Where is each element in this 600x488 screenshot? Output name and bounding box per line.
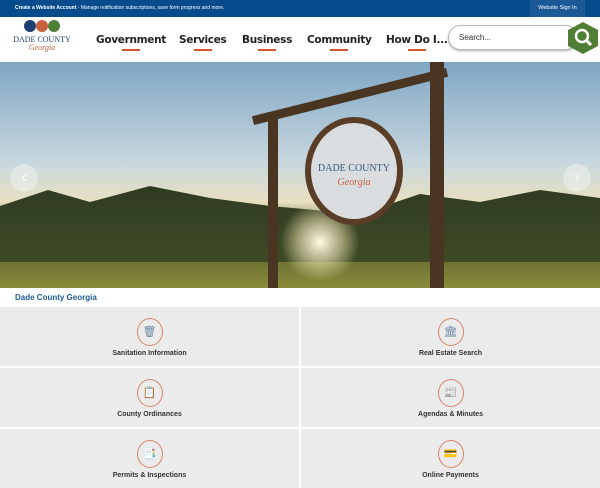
sign-post — [268, 112, 278, 288]
breadcrumb[interactable]: Dade County Georgia — [15, 293, 97, 302]
document-icon: 📰 — [437, 379, 464, 407]
tile-payments[interactable]: 💳 Online Payments — [301, 429, 600, 488]
leaf-icon — [48, 20, 60, 32]
tile-label: Sanitation Information — [112, 350, 187, 357]
create-account-link[interactable]: Create a Website Account — [15, 5, 76, 11]
nav-community[interactable]: Community — [307, 34, 372, 51]
search-input[interactable]: Search... — [448, 25, 578, 50]
building-icon: 🏛 — [437, 318, 464, 346]
tile-real-estate[interactable]: 🏛 Real Estate Search — [301, 307, 600, 366]
nav-how-do-i[interactable]: How Do I... — [386, 34, 448, 51]
courthouse-icon — [24, 20, 36, 32]
tile-label: Online Payments — [422, 472, 479, 479]
county-logo[interactable]: DADE COUNTY Georgia — [10, 20, 74, 58]
next-slide-button[interactable]: › — [563, 164, 591, 192]
nav-services[interactable]: Services — [179, 34, 227, 51]
county-sign: DADE COUNTY Georgia — [305, 117, 403, 225]
prev-slide-button[interactable]: ‹ — [10, 164, 38, 192]
nav-business[interactable]: Business — [242, 34, 292, 51]
website-sign-in-button[interactable]: Website Sign In — [530, 0, 585, 17]
sign-script: Georgia — [337, 177, 371, 188]
tile-label: Real Estate Search — [418, 350, 483, 357]
tile-permits[interactable]: 📑 Permits & Inspections — [0, 429, 299, 488]
topbar-message: - Manage notification subscriptions, sav… — [76, 5, 225, 11]
sign-text: DADE COUNTY — [318, 163, 390, 174]
tile-label: Agendas & Minutes — [418, 411, 483, 418]
top-bar: Create a Website Account - Manage notifi… — [0, 0, 600, 17]
tile-label: County Ordinances — [117, 411, 182, 418]
logo-script: Georgia — [28, 43, 56, 52]
flower-icon — [36, 20, 48, 32]
credit-card-icon: 💳 — [437, 440, 464, 468]
files-icon: 📑 — [136, 440, 163, 468]
hero-slideshow: DADE COUNTY Georgia ‹ › — [0, 62, 600, 288]
trash-icon: 🗑 — [136, 318, 163, 346]
tile-agendas[interactable]: 📰 Agendas & Minutes — [301, 368, 600, 427]
tile-label: Permits & Inspections — [112, 472, 187, 479]
clipboard-icon: 📋 — [136, 379, 163, 407]
header: DADE COUNTY Georgia Government Services … — [0, 17, 600, 62]
nav-government[interactable]: Government — [96, 34, 166, 51]
tile-sanitation[interactable]: 🗑 Sanitation Information — [0, 307, 299, 366]
tile-ordinances[interactable]: 📋 County Ordinances — [0, 368, 299, 427]
sign-post — [430, 62, 444, 288]
